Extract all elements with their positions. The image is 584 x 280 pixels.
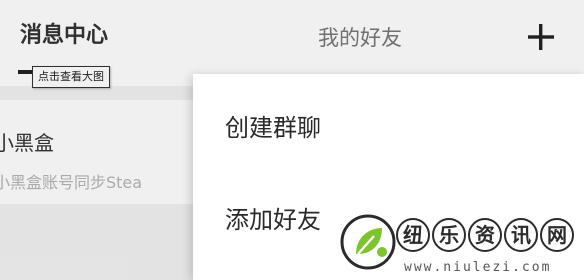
leaf-logo-icon bbox=[340, 214, 396, 270]
tab-message-center[interactable]: 消息中心 bbox=[20, 22, 108, 50]
add-button[interactable] bbox=[524, 20, 558, 54]
watermark-characters: 纽 乐 资 讯 网 bbox=[396, 218, 576, 252]
conversation-name: 小黑盒 bbox=[0, 131, 54, 155]
watermark-char: 网 bbox=[540, 218, 574, 252]
menu-item-create-group[interactable]: 创建群聊 bbox=[225, 112, 321, 144]
conversation-preview: 小黑盒账号同步Stea bbox=[0, 173, 143, 192]
view-image-tooltip: 点击查看大图 bbox=[32, 66, 110, 88]
watermark-char: 纽 bbox=[396, 218, 430, 252]
watermark-char: 乐 bbox=[432, 218, 466, 252]
menu-item-add-friend[interactable]: 添加好友 bbox=[225, 204, 321, 236]
watermark-char: 资 bbox=[468, 218, 502, 252]
plus-icon bbox=[528, 24, 554, 50]
tab-my-friends[interactable]: 我的好友 bbox=[318, 24, 402, 52]
app-screen: 消息中心 我的好友 小黑盒 小黑盒账号同步Stea 点击查看大图 创建群聊 添加… bbox=[0, 0, 584, 280]
watermark: 纽 乐 资 讯 网 www.niulezi.com bbox=[338, 212, 584, 280]
watermark-char: 讯 bbox=[504, 218, 538, 252]
top-header: 消息中心 我的好友 bbox=[0, 0, 584, 74]
watermark-url: www.niulezi.com bbox=[404, 260, 552, 275]
